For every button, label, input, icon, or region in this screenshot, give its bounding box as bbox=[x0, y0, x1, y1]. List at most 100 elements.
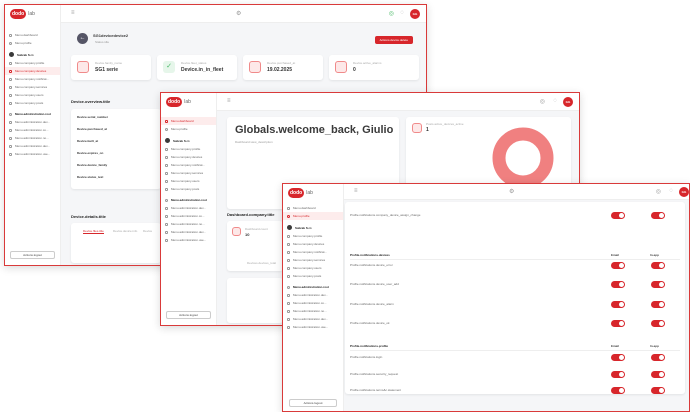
tab-files[interactable]: Device.files.title bbox=[83, 229, 104, 234]
logout-button[interactable]: Actions.logout bbox=[166, 311, 211, 319]
shield-icon bbox=[9, 112, 12, 116]
user-avatar[interactable]: GG bbox=[563, 97, 573, 107]
toggle-device-alarm-email[interactable] bbox=[611, 301, 625, 308]
sidebar-item-company-posts[interactable]: Menu.company.posts bbox=[161, 185, 216, 193]
logout-button[interactable]: Actions.logout bbox=[289, 399, 337, 407]
overview-card: Device.serial_number Device.purchased_at… bbox=[71, 109, 161, 189]
sidebar-item-company-notifications[interactable]: Menu.company.notificat... bbox=[161, 161, 216, 169]
sidebar-item-company-users[interactable]: Menu.company.users bbox=[283, 264, 343, 272]
sidebar-item-company-profile[interactable]: Menu.company.profile bbox=[283, 232, 343, 240]
sidebar-item-company-users[interactable]: Menu.company.users bbox=[5, 91, 60, 99]
sidebar-item-company-users[interactable]: Menu.company.users bbox=[161, 177, 216, 185]
toggle-login-email[interactable] bbox=[611, 354, 625, 361]
sidebar-item-profile[interactable]: Menu.profile bbox=[283, 212, 343, 220]
device-icon bbox=[165, 206, 168, 210]
toggle-device-error-email[interactable] bbox=[611, 262, 625, 269]
sidebar-item-admin-companies[interactable]: Menu.administration.co... bbox=[161, 212, 216, 220]
sidebar-item-dashboard[interactable]: Menu.dashboard bbox=[161, 117, 216, 125]
sidebar-item-admin-notifications[interactable]: Menu.administration.no... bbox=[283, 307, 343, 315]
tab-device[interactable]: Device bbox=[143, 229, 152, 233]
sidebar-item-admin-device-types[interactable]: Menu.administration.dev... bbox=[5, 142, 60, 150]
company-selector[interactable]: Sabrak S.r.l. bbox=[5, 47, 60, 59]
toggle-login-inapp[interactable] bbox=[651, 354, 665, 361]
sidebar-item-company-services[interactable]: Menu.company.services bbox=[283, 256, 343, 264]
logout-button[interactable]: Actions.logout bbox=[10, 251, 55, 259]
sidebar-item-company-services[interactable]: Menu.company.services bbox=[161, 169, 216, 177]
sidebar-item-admin-companies[interactable]: Menu.administration.co... bbox=[283, 299, 343, 307]
shield-icon[interactable]: ◎ bbox=[656, 188, 661, 195]
sidebar-item-admin-users[interactable]: Menu.administration.use... bbox=[283, 323, 343, 331]
user-avatar[interactable]: GG bbox=[410, 9, 420, 19]
shield-icon[interactable]: ◎ bbox=[540, 98, 545, 105]
company-stat-card: Dashboard.count 10 Devices.devices_total bbox=[227, 221, 283, 271]
toggle-device-ok-inapp[interactable] bbox=[651, 320, 665, 327]
toggle-device-user-email[interactable] bbox=[611, 281, 625, 288]
post-icon bbox=[287, 274, 290, 278]
company-avatar bbox=[165, 138, 170, 143]
device-icon bbox=[9, 120, 12, 124]
sidebar-item-company-posts[interactable]: Menu.company.posts bbox=[283, 272, 343, 280]
sidebar-item-admin-root[interactable]: Menu.administration.root bbox=[283, 280, 343, 291]
company-selector[interactable]: Sabrak S.r.l. bbox=[283, 220, 343, 232]
sidebar-item-company-services[interactable]: Menu.company.services bbox=[5, 83, 60, 91]
gear-icon[interactable]: ⚙ bbox=[236, 10, 241, 17]
toggle-device-ok-email[interactable] bbox=[611, 320, 625, 327]
menu-icon[interactable]: ≡ bbox=[71, 10, 75, 16]
sidebar-item-admin-devices[interactable]: Menu.administration.dev... bbox=[283, 291, 343, 299]
sidebar-item-company-notifications[interactable]: Menu.company.notificat... bbox=[5, 75, 60, 83]
col-inapp: In-app bbox=[650, 253, 659, 257]
users-icon bbox=[165, 179, 168, 183]
sidebar-item-admin-root[interactable]: Menu.administration.root bbox=[5, 107, 60, 118]
toggle-security-inapp[interactable] bbox=[651, 371, 665, 378]
sidebar-item-company-devices[interactable]: Menu.company.devices bbox=[161, 153, 216, 161]
building-icon bbox=[165, 214, 168, 218]
shield-icon bbox=[165, 198, 168, 202]
bell-icon[interactable]: ◌ bbox=[669, 188, 673, 194]
toggle-company-email[interactable] bbox=[611, 212, 625, 219]
users-icon bbox=[287, 325, 290, 329]
sidebar-item-admin-notifications[interactable]: Menu.administration.no... bbox=[161, 220, 216, 228]
toggle-terms-inapp[interactable] bbox=[651, 387, 665, 394]
sidebar-item-admin-users[interactable]: Menu.administration.use... bbox=[5, 150, 60, 158]
sidebar-item-company-profile[interactable]: Menu.company.profile bbox=[5, 59, 60, 67]
sidebar-item-company-devices[interactable]: Menu.company.devices bbox=[283, 240, 343, 248]
menu-icon[interactable]: ≡ bbox=[227, 98, 231, 104]
device-name: SG1devicedevice2 bbox=[93, 33, 129, 38]
sidebar-item-admin-notifications[interactable]: Menu.administration.no... bbox=[5, 134, 60, 142]
toggle-company-inapp[interactable] bbox=[651, 212, 665, 219]
users-icon bbox=[165, 238, 168, 242]
sidebar-item-admin-root[interactable]: Menu.administration.root bbox=[161, 193, 216, 204]
company-selector[interactable]: Sabrak S.r.l. bbox=[161, 133, 216, 145]
sidebar-item-profile[interactable]: Menu.profile bbox=[161, 125, 216, 133]
sidebar-item-dashboard[interactable]: Menu.dashboard bbox=[5, 31, 60, 39]
sidebar-item-company-profile[interactable]: Menu.company.profile bbox=[161, 145, 216, 153]
gear-icon[interactable]: ⚙ bbox=[509, 188, 514, 195]
sidebar-item-admin-companies[interactable]: Menu.administration.co... bbox=[5, 126, 60, 134]
sidebar-item-admin-users[interactable]: Menu.administration.use... bbox=[161, 236, 216, 244]
sidebar-item-company-notifications[interactable]: Menu.company.notificat... bbox=[283, 248, 343, 256]
sidebar-item-admin-devices[interactable]: Menu.administration.dev... bbox=[161, 204, 216, 212]
menu-icon[interactable]: ≡ bbox=[354, 188, 358, 194]
tab-info[interactable]: Device.device.info bbox=[113, 229, 137, 233]
bell-icon[interactable]: ◌ bbox=[553, 98, 557, 104]
overview-title: Device.overview.title bbox=[71, 99, 111, 104]
sidebar-item-admin-device-types[interactable]: Menu.administration.dev... bbox=[161, 228, 216, 236]
delete-device-button[interactable]: Actions.device.delete bbox=[374, 36, 413, 44]
devices-donut-chart bbox=[492, 127, 554, 189]
bell-icon[interactable]: ◌ bbox=[400, 10, 404, 16]
toggle-device-error-inapp[interactable] bbox=[651, 262, 665, 269]
sidebar-item-admin-devices[interactable]: Menu.administration.dev... bbox=[5, 118, 60, 126]
sidebar-item-admin-device-types[interactable]: Menu.administration.dev... bbox=[283, 315, 343, 323]
toggle-terms-email[interactable] bbox=[611, 387, 625, 394]
toggle-security-email[interactable] bbox=[611, 371, 625, 378]
sidebar-item-company-posts[interactable]: Menu.company.posts bbox=[5, 99, 60, 107]
back-button[interactable]: ← bbox=[77, 33, 88, 44]
devices-section-title: Profile.notifications.devices bbox=[350, 253, 390, 257]
sidebar-item-company-devices[interactable]: Menu.company.devices bbox=[5, 67, 60, 75]
sidebar-item-profile[interactable]: Menu.profile bbox=[5, 39, 60, 47]
shield-check-icon[interactable]: ◎ bbox=[389, 10, 394, 17]
user-avatar[interactable]: GG bbox=[679, 187, 689, 197]
sidebar-item-dashboard[interactable]: Menu.dashboard bbox=[283, 204, 343, 212]
toggle-device-alarm-inapp[interactable] bbox=[651, 301, 665, 308]
toggle-device-user-inapp[interactable] bbox=[651, 281, 665, 288]
